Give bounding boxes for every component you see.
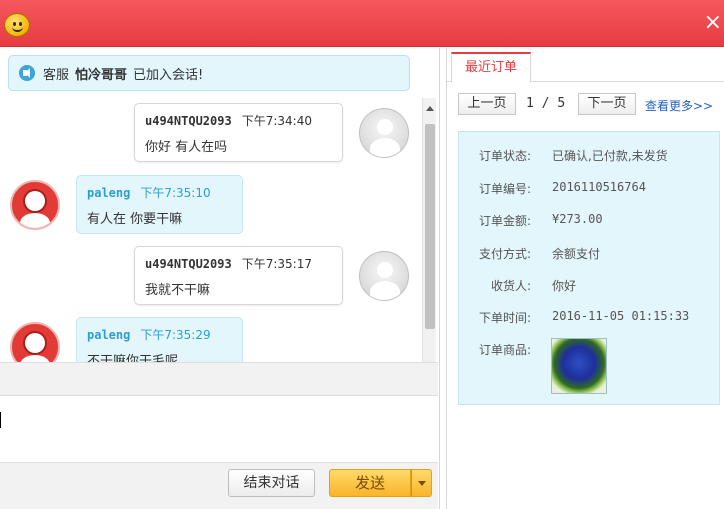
field-label: 支付方式: <box>478 247 531 261</box>
customer-avatar <box>359 108 409 158</box>
order-details: 订单状态: 已确认,已付款,未发货 订单编号: 2016110516764 订单… <box>458 131 720 405</box>
close-icon[interactable]: × <box>704 12 722 34</box>
end-chat-button[interactable]: 结束对话 <box>228 469 315 497</box>
message-text: 有人在 你要干嘛 <box>87 212 183 227</box>
message-text: 我就不干嘛 <box>145 283 211 298</box>
field-label: 订单状态: <box>478 149 531 163</box>
title-bar[interactable]: × <box>0 0 724 47</box>
order-status-row: 订单状态: 已确认,已付款,未发货 <box>459 147 721 167</box>
field-label: 收货人: <box>490 279 531 293</box>
recipient-row: 收货人: 你好 <box>459 277 721 297</box>
message-time: 下午7:35:29 <box>140 328 211 342</box>
input-toolbar <box>0 362 438 396</box>
page-indicator: 1 / 5 <box>526 96 565 111</box>
field-label: 订单编号: <box>478 182 531 196</box>
order-pager: 上一页 1 / 5 下一页 查看更多>> <box>458 93 718 117</box>
view-more-link[interactable]: 查看更多>> <box>645 97 713 114</box>
prev-page-button[interactable]: 上一页 <box>458 93 516 115</box>
current-page: 1 <box>526 96 534 111</box>
total-pages: 5 <box>557 96 566 111</box>
message-bubble: paleng 下午7:35:10 有人在 你要干嘛 <box>76 175 243 234</box>
message-sender: u494NTQU2093 <box>145 257 232 271</box>
field-value: 2016110516764 <box>552 180 646 194</box>
order-time-row: 下单时间: 2016-11-05 01:15:33 <box>459 309 721 329</box>
message-bubble: u494NTQU2093 下午7:35:17 我就不干嘛 <box>134 246 343 305</box>
field-value: 2016-11-05 01:15:33 <box>552 309 690 323</box>
field-label: 订单商品: <box>478 343 531 357</box>
message-time: 下午7:34:40 <box>241 114 312 128</box>
notice-suffix: 已加入会话! <box>133 67 204 83</box>
field-value: 余额支付 <box>552 247 601 261</box>
action-bar: 结束对话 发送 <box>0 462 438 509</box>
send-button[interactable]: 发送 <box>329 469 411 497</box>
next-page-button[interactable]: 下一页 <box>578 93 636 115</box>
field-value: 已确认,已付款,未发货 <box>552 149 668 163</box>
system-notice: 客服 怕冷哥哥 已加入会话! <box>8 55 410 91</box>
message-sender: paleng <box>87 328 131 342</box>
notice-prefix: 客服 <box>43 67 70 83</box>
message-input[interactable] <box>0 396 438 462</box>
order-panel: 最近订单 上一页 1 / 5 下一页 查看更多>> 订单状态: 已确认,已付款,… <box>446 48 724 509</box>
message-sender: paleng <box>87 186 131 200</box>
message-text: 你好 有人在吗 <box>145 140 228 155</box>
order-number-row: 订单编号: 2016110516764 <box>459 180 721 200</box>
message-bubble: u494NTQU2093 下午7:34:40 你好 有人在吗 <box>134 103 343 162</box>
payment-method-row: 支付方式: 余额支付 <box>459 245 721 265</box>
tab-recent-orders[interactable]: 最近订单 <box>451 52 531 83</box>
field-value: 你好 <box>552 279 577 293</box>
field-label: 订单金额: <box>478 214 531 228</box>
speaker-icon <box>19 65 35 81</box>
scroll-up-arrow-icon[interactable] <box>426 106 434 111</box>
customer-avatar <box>359 251 409 301</box>
message-time: 下午7:35:17 <box>241 257 312 271</box>
smiley-logo-icon <box>4 13 30 37</box>
chat-window: × 客服 怕冷哥哥 已加入会话! u494NTQU2093 下午7:34:40 你… <box>0 0 724 509</box>
message-sender: u494NTQU2093 <box>145 114 232 128</box>
chat-pane: 客服 怕冷哥哥 已加入会话! u494NTQU2093 下午7:34:40 你好 … <box>0 48 440 509</box>
order-tabs: 最近订单 <box>447 52 724 83</box>
notice-agent-name: 怕冷哥哥 <box>75 67 128 83</box>
field-value: ¥273.00 <box>552 212 603 226</box>
text-caret <box>0 412 1 428</box>
product-thumbnail[interactable] <box>551 338 607 394</box>
field-label: 下单时间: <box>478 311 531 325</box>
agent-avatar <box>10 180 60 230</box>
message-time: 下午7:35:10 <box>140 186 211 200</box>
page-separator: / <box>541 96 550 111</box>
scroll-thumb[interactable] <box>425 124 435 329</box>
send-options-dropdown[interactable] <box>411 469 432 497</box>
order-amount-row: 订单金额: ¥273.00 <box>459 212 721 232</box>
